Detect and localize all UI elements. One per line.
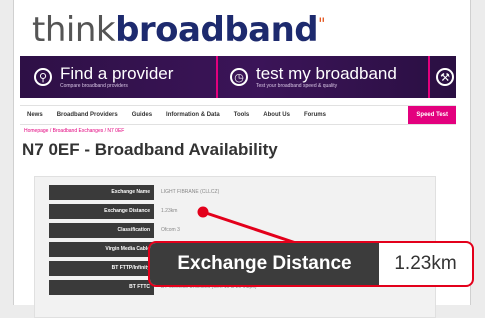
speedometer-icon: ◷ (230, 68, 248, 86)
nav-about-us[interactable]: About Us (256, 112, 297, 118)
search-icon: ⚲ (34, 68, 52, 86)
callout-label: Exchange Distance (150, 243, 379, 285)
banner-divider (216, 56, 218, 98)
exchange-distance-callout: Exchange Distance 1.23km (148, 241, 474, 287)
row-label: Virgin Media Cable (49, 242, 154, 257)
logo-broadband: broadband (115, 10, 319, 50)
row-label: BT FTTP/Infinity (49, 261, 154, 276)
page-title: N7 0EF - Broadband Availability (22, 140, 278, 159)
logo-mark: " (318, 14, 326, 33)
find-provider-button[interactable]: ⚲ Find a provider Compare broadband prov… (34, 56, 173, 98)
test-broadband-label: test my broadband (256, 63, 397, 83)
row-value: 1.23km (161, 208, 178, 214)
main-nav: News Broadband Providers Guides Informat… (20, 105, 456, 125)
table-row: Exchange Name LIGHT FIBRANE (CLLCZ) (49, 183, 309, 202)
logo-think: think (32, 10, 116, 50)
breadcrumb[interactable]: Homepage / Broadband Exchanges / N7 0EF (24, 128, 124, 134)
row-label: Exchange Name (49, 185, 154, 200)
nav-information-data[interactable]: Information & Data (159, 112, 227, 118)
nav-guides[interactable]: Guides (125, 112, 159, 118)
test-broadband-button[interactable]: ◷ test my broadband Test your broadband … (230, 56, 397, 98)
row-label: Exchange Distance (49, 204, 154, 219)
row-label: BT FTTC (49, 280, 154, 295)
banner-divider-2 (428, 56, 430, 98)
nav-forums[interactable]: Forums (297, 112, 333, 118)
nav-broadband-providers[interactable]: Broadband Providers (50, 112, 125, 118)
nav-tools[interactable]: Tools (227, 112, 257, 118)
nav-news[interactable]: News (20, 112, 50, 118)
promo-banner: ⚲ Find a provider Compare broadband prov… (20, 56, 456, 98)
table-row: Classification Ofcom 3 (49, 221, 309, 240)
row-label: Classification (49, 223, 154, 238)
callout-value: 1.23km (394, 253, 457, 274)
row-value: Ofcom 3 (161, 227, 180, 233)
test-broadband-sublabel: Test your broadband speed & quality (256, 82, 338, 89)
nav-speed-test[interactable]: Speed Test (408, 106, 456, 124)
table-row: Exchange Distance 1.23km (49, 202, 309, 221)
find-provider-sublabel: Compare broadband providers (60, 82, 128, 89)
row-value: LIGHT FIBRANE (CLLCZ) (161, 189, 220, 195)
thinkbroadband-logo[interactable]: thinkbroadband" (32, 10, 326, 50)
tools-button[interactable]: ⚒ (436, 56, 454, 98)
wrench-icon: ⚒ (436, 68, 454, 86)
find-provider-label: Find a provider (60, 63, 174, 83)
